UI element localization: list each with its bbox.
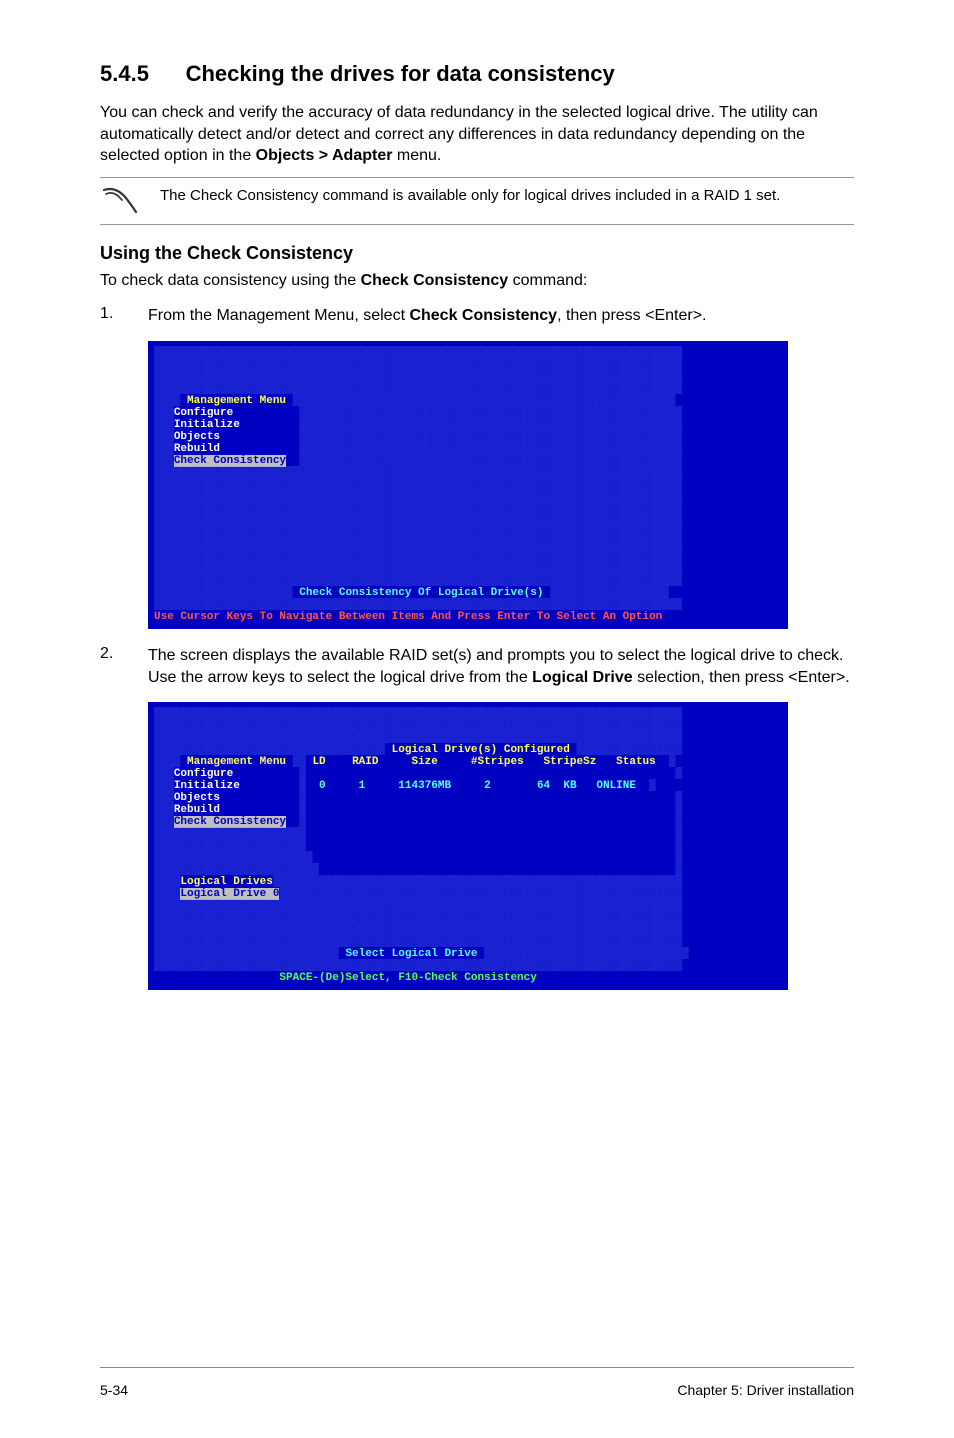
footer-page-number: 5-34	[100, 1382, 128, 1398]
intro-text-pre: You can check and verify the accuracy of…	[100, 104, 818, 164]
c2-check-consistency: Check Consistency	[174, 816, 286, 828]
c2-statusbar: SPACE-(De)Select, F10-Check Consistency	[279, 972, 536, 984]
c2-drive-row: Logical Drive 0	[180, 888, 279, 900]
c2-row-stripesz: 64 KB	[537, 780, 577, 792]
note-text: The Check Consistency command is availab…	[160, 184, 780, 206]
page-footer: 5-34 Chapter 5: Driver installation	[100, 1372, 854, 1398]
step-1-bold: Check Consistency	[409, 307, 557, 324]
subheading: Using the Check Consistency	[100, 243, 854, 264]
c2-header: Logical Drive(s) Configured	[392, 744, 570, 756]
c2-objects: Objects	[174, 792, 220, 804]
c2-col-stripes: #Stripes	[471, 756, 524, 768]
intro-text-bold: Objects > Adapter	[256, 147, 393, 164]
c2-col-raid: RAID	[352, 756, 378, 768]
console-screenshot-1: ▒▒▒▒▒▒▒▒▒▒▒▒▒▒▒▒▒▒▒▒▒▒▒▒▒▒▒▒▒▒▒▒▒▒▒▒▒▒▒▒…	[148, 341, 788, 629]
c2-drives-title: Logical Drives	[180, 876, 272, 888]
c2-col-ld: LD	[312, 756, 325, 768]
intro-text-post: menu.	[392, 147, 441, 164]
c1-hint: Check Consistency Of Logical Drive(s)	[299, 587, 543, 599]
c1-statusbar: Use Cursor Keys To Navigate Between Item…	[154, 611, 662, 623]
subintro-pre: To check data consistency using the	[100, 272, 361, 289]
step-1-pre: From the Management Menu, select	[148, 307, 409, 324]
c1-objects: Objects	[174, 431, 220, 443]
c2-col-size: Size	[411, 756, 437, 768]
c2-col-status: Status	[616, 756, 656, 768]
step-2-post: selection, then press <Enter>.	[633, 669, 850, 686]
footer-divider	[100, 1367, 854, 1368]
step-2-number: 2.	[100, 645, 148, 688]
c1-check-consistency: Check Consistency	[174, 455, 286, 467]
c2-menu-title: Management Menu	[187, 756, 286, 768]
step-1-number: 1.	[100, 305, 148, 327]
step-1-text: From the Management Menu, select Check C…	[148, 305, 706, 327]
step-2-bold: Logical Drive	[532, 669, 632, 686]
c2-configure: Configure	[174, 768, 233, 780]
step-1: 1. From the Management Menu, select Chec…	[100, 305, 854, 327]
c2-col-stripesz: StripeSz	[544, 756, 597, 768]
step-2: 2. The screen displays the available RAI…	[100, 645, 854, 688]
subintro-paragraph: To check data consistency using the Chec…	[100, 270, 854, 292]
subintro-post: command:	[508, 272, 587, 289]
note-icon	[100, 184, 140, 218]
c1-rebuild: Rebuild	[174, 443, 220, 455]
step-1-post: , then press <Enter>.	[557, 307, 706, 324]
c1-initialize: Initialize	[174, 419, 240, 431]
subintro-bold: Check Consistency	[361, 272, 509, 289]
c2-row-raid: 1	[359, 780, 366, 792]
c2-hint: Select Logical Drive	[345, 948, 477, 960]
c2-row-stripes: 2	[484, 780, 491, 792]
intro-paragraph: You can check and verify the accuracy of…	[100, 102, 854, 167]
c1-configure: Configure	[174, 407, 233, 419]
section-title: Checking the drives for data consistency	[186, 61, 615, 86]
c2-rebuild: Rebuild	[174, 804, 220, 816]
c2-row-status: ONLINE	[596, 780, 636, 792]
section-heading: 5.4.5 Checking the drives for data consi…	[100, 60, 854, 88]
c2-row-ld: 0	[319, 780, 326, 792]
step-2-text: The screen displays the available RAID s…	[148, 645, 854, 688]
c1-menu-title: Management Menu	[187, 395, 286, 407]
section-number: 5.4.5	[100, 61, 149, 87]
console-screenshot-2: ▒▒▒▒▒▒▒▒▒▒▒▒▒▒▒▒▒▒▒▒▒▒▒▒▒▒▒▒▒▒▒▒▒▒▒▒▒▒▒▒…	[148, 702, 788, 990]
c2-initialize: Initialize	[174, 780, 240, 792]
footer-chapter: Chapter 5: Driver installation	[677, 1382, 854, 1398]
c2-row-size: 114376MB	[398, 780, 451, 792]
note-block: The Check Consistency command is availab…	[100, 177, 854, 225]
